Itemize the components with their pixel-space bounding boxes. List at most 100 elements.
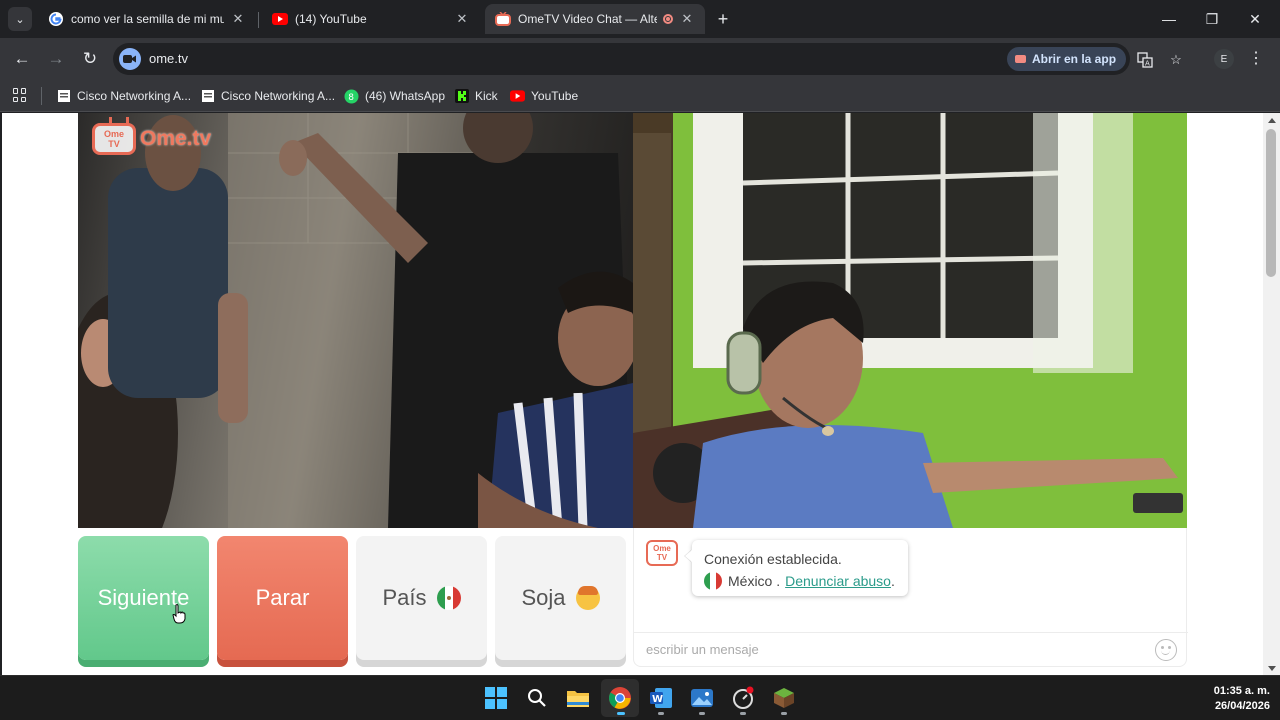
bookmark-kick[interactable]: Kick bbox=[454, 85, 498, 107]
windows-taskbar: W 01:35 a. m. 26/04/2026 bbox=[0, 675, 1280, 720]
stop-button[interactable]: Parar bbox=[217, 536, 348, 660]
bookmarks-bar: Cisco Networking A... Cisco Networking A… bbox=[0, 80, 1280, 112]
photos-icon[interactable] bbox=[689, 685, 715, 711]
page-scrollbar[interactable] bbox=[1263, 113, 1280, 675]
mexico-flag-icon bbox=[704, 572, 722, 590]
bookmark-cisco-1[interactable]: Cisco Networking A... bbox=[56, 85, 191, 107]
kick-icon bbox=[454, 89, 469, 104]
ometv-logo-icon: Ome TV bbox=[92, 123, 136, 155]
close-icon[interactable]: ✕ bbox=[679, 11, 695, 27]
svg-text:8: 8 bbox=[348, 93, 354, 103]
forward-button[interactable]: → bbox=[45, 48, 67, 70]
app-icon bbox=[1015, 55, 1026, 63]
mexico-flag-icon bbox=[436, 586, 461, 610]
scroll-up-arrow-icon[interactable] bbox=[1268, 118, 1276, 123]
chrome-icon[interactable] bbox=[607, 685, 633, 711]
tab-strip: ⌄ como ver la semilla de mi mundo ✕ (14)… bbox=[0, 0, 1280, 38]
ometv-watermark: Ome TV Ome.tv bbox=[92, 123, 211, 155]
ometv-icon bbox=[495, 11, 511, 27]
tab-ometv[interactable]: OmeTV Video Chat — Alter ✕ bbox=[485, 4, 705, 34]
tab-youtube[interactable]: (14) YouTube ✕ bbox=[262, 4, 480, 34]
bookmark-label: Cisco Networking A... bbox=[221, 89, 336, 103]
translate-icon[interactable]: A bbox=[1135, 50, 1155, 70]
bookmark-whatsapp[interactable]: 8 (46) WhatsApp bbox=[344, 85, 445, 107]
search-icon[interactable] bbox=[524, 685, 550, 711]
reload-icon: ↻ bbox=[82, 49, 98, 68]
restore-button[interactable]: ❐ bbox=[1201, 8, 1223, 30]
tab-title: (14) YouTube bbox=[295, 12, 367, 26]
bookmark-label: Cisco Networking A... bbox=[77, 89, 192, 103]
youtube-icon bbox=[272, 11, 288, 27]
word-icon[interactable]: W bbox=[648, 685, 674, 711]
scroll-thumb[interactable] bbox=[1266, 129, 1276, 277]
back-button[interactable]: ← bbox=[11, 48, 33, 70]
bookmark-label: YouTube bbox=[531, 89, 579, 103]
more-menu-icon[interactable]: ⋮ bbox=[1248, 48, 1264, 70]
gender-filter-button[interactable]: Soja bbox=[495, 536, 626, 660]
new-tab-button[interactable]: + bbox=[712, 8, 734, 30]
bookmark-label: (46) WhatsApp bbox=[365, 89, 446, 103]
chat-input-row bbox=[634, 632, 1188, 667]
star-icon[interactable]: ☆ bbox=[1166, 50, 1186, 70]
ometv-chat-avatar-icon: Ome TV bbox=[646, 540, 678, 566]
word-running-indicator bbox=[658, 712, 664, 715]
window-close-button[interactable]: ✕ bbox=[1244, 8, 1266, 30]
open-in-app-button[interactable]: Abrir en la app bbox=[1007, 47, 1127, 71]
chat-panel: Ome TV Conexión establecida. México . Den… bbox=[633, 528, 1188, 667]
next-button[interactable]: Siguiente bbox=[78, 536, 209, 660]
bookmarks-divider bbox=[41, 87, 42, 105]
stop-button-label: Parar bbox=[255, 585, 310, 610]
google-icon bbox=[48, 11, 64, 27]
bookmark-label: Kick bbox=[475, 89, 498, 103]
bookmark-youtube[interactable]: YouTube bbox=[510, 85, 578, 107]
system-clock[interactable]: 01:35 a. m. 26/04/2026 bbox=[1190, 684, 1270, 714]
address-bar[interactable]: ome.tv Abrir en la app A ☆ bbox=[113, 43, 1182, 75]
arrow-left-icon: ← bbox=[13, 49, 31, 68]
youtube-icon bbox=[510, 89, 525, 104]
speedometer-icon[interactable] bbox=[730, 685, 756, 711]
url-text[interactable]: ome.tv bbox=[149, 51, 188, 66]
minecraft-icon[interactable] bbox=[771, 685, 797, 711]
close-icon[interactable]: ✕ bbox=[230, 11, 246, 27]
country-filter-button[interactable]: País bbox=[356, 536, 487, 660]
ometv-logo-text: Ome.tv bbox=[140, 127, 212, 150]
windows-start-icon[interactable] bbox=[483, 685, 509, 711]
chat-message-input[interactable] bbox=[646, 642, 1126, 657]
clock-time: 01:35 a. m. bbox=[1213, 685, 1270, 697]
minecraft-running-indicator bbox=[781, 712, 787, 715]
stranger-country: México . bbox=[728, 573, 781, 589]
chevron-down-icon: ⌄ bbox=[15, 13, 25, 26]
reload-button[interactable]: ↻ bbox=[79, 48, 101, 70]
tab-google-search[interactable]: como ver la semilla de mi mundo ✕ bbox=[38, 4, 256, 34]
system-message: Conexión establecida. México . Denunciar… bbox=[692, 540, 908, 596]
report-abuse-link[interactable]: Denunciar abuso bbox=[785, 570, 891, 592]
minimize-button[interactable]: — bbox=[1158, 8, 1180, 30]
photos-running-indicator bbox=[699, 712, 705, 715]
stranger-video: Ome TV Ome.tv bbox=[78, 113, 633, 528]
gender-button-label: Soja bbox=[521, 585, 566, 610]
profile-avatar[interactable]: E bbox=[1214, 49, 1234, 69]
svg-text:W: W bbox=[652, 694, 663, 705]
site-info-icon[interactable] bbox=[119, 48, 141, 70]
browser-toolbar: ← → ↻ ome.tv Abrir en la app A ☆ E ⋮ bbox=[0, 38, 1280, 80]
self-video-scene bbox=[633, 113, 1187, 528]
tab-title: como ver la semilla de mi mundo bbox=[71, 12, 224, 26]
stranger-video-scene bbox=[78, 113, 633, 528]
svg-text:A: A bbox=[1145, 60, 1150, 68]
arrow-right-icon: → bbox=[47, 49, 65, 68]
close-icon[interactable]: ✕ bbox=[454, 11, 470, 27]
file-explorer-icon[interactable] bbox=[565, 685, 591, 711]
scroll-down-arrow-icon[interactable] bbox=[1268, 666, 1276, 671]
person-emoji-icon bbox=[575, 586, 600, 610]
self-video bbox=[633, 113, 1187, 528]
emoji-picker-icon[interactable] bbox=[1155, 639, 1177, 661]
tab-search-button[interactable]: ⌄ bbox=[8, 7, 32, 31]
page-icon bbox=[200, 89, 215, 104]
apps-grid-icon[interactable] bbox=[13, 88, 27, 102]
open-in-app-label: Abrir en la app bbox=[1032, 52, 1117, 66]
speedometer-running-indicator bbox=[740, 712, 746, 715]
bookmark-cisco-2[interactable]: Cisco Networking A... bbox=[200, 85, 335, 107]
hand-cursor-icon bbox=[172, 604, 186, 624]
report-suffix: . bbox=[890, 573, 895, 589]
tab-title: OmeTV Video Chat — Alter bbox=[518, 12, 657, 26]
